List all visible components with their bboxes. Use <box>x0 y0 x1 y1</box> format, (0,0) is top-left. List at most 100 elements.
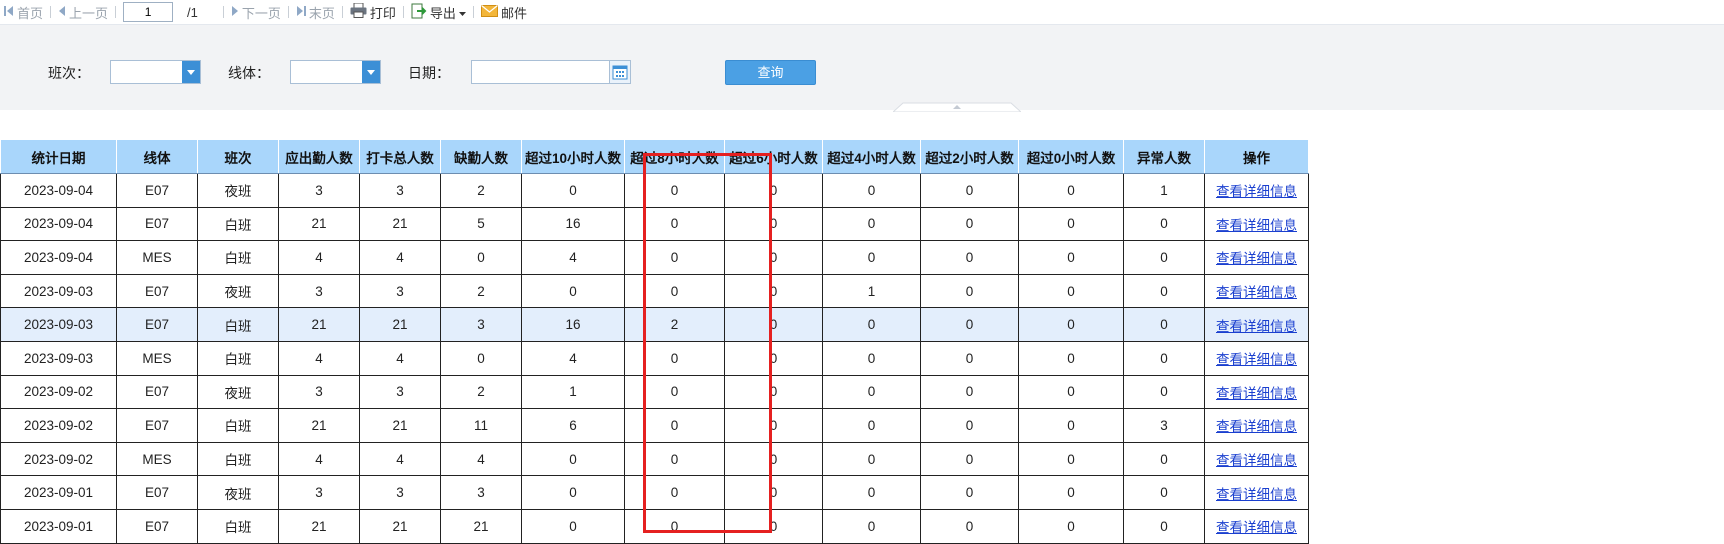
table-cell: 1 <box>822 273 921 309</box>
table-cell: 0 <box>624 273 725 309</box>
table-cell: 4 <box>278 441 360 477</box>
table-row[interactable]: 2023-09-03 MES 白班 4 4 0 4 0 0 0 0 0 0 查看详细信息 <box>0 340 1309 376</box>
table-row[interactable]: 2023-09-01 E07 夜班 3 3 3 0 0 0 0 0 0 0 查看详细信息 <box>0 475 1309 510</box>
column-header: 应出勤人数 <box>278 139 360 174</box>
print-button[interactable]: 打印 <box>346 2 400 22</box>
table-row[interactable]: 2023-09-02 E07 夜班 3 3 2 1 0 0 0 0 0 0 查看详细信息 <box>0 374 1309 410</box>
last-page-icon <box>296 5 306 20</box>
table-row[interactable]: 2023-09-03 E07 夜班 3 3 2 0 0 0 1 0 0 0 查看详细信息 <box>0 273 1309 309</box>
line-select[interactable] <box>290 60 381 84</box>
table-cell: 4 <box>278 240 360 275</box>
table-cell: 2 <box>440 374 522 410</box>
table-cell: 21 <box>278 508 360 544</box>
table-cell: E07 <box>116 374 198 410</box>
table-row[interactable]: 2023-09-04 E07 白班 21 21 5 16 0 0 0 0 0 0 查看详细信息 <box>0 206 1309 242</box>
table-cell: 3 <box>278 173 360 208</box>
table-cell: 2023-09-03 <box>0 340 117 376</box>
table-cell: E07 <box>116 475 198 510</box>
table-cell: 4 <box>278 340 360 376</box>
table-cell: 0 <box>624 173 725 208</box>
table-row[interactable]: 2023-09-04 MES 白班 4 4 0 4 0 0 0 0 0 0 查看详细信息 <box>0 240 1309 275</box>
table-cell: 0 <box>724 240 823 275</box>
table-cell: 0 <box>822 173 921 208</box>
table-cell: 3 <box>359 273 441 309</box>
table-cell: 夜班 <box>197 475 279 510</box>
table-cell: 0 <box>920 240 1019 275</box>
collapse-panel-handle[interactable] <box>891 100 1023 113</box>
last-page-button[interactable]: 末页 <box>292 3 339 22</box>
view-details-link[interactable]: 查看详细信息 <box>1216 251 1297 266</box>
table-cell: 4 <box>359 340 441 376</box>
table-cell: 3 <box>440 475 522 510</box>
table-row[interactable]: 2023-09-02 MES 白班 4 4 4 0 0 0 0 0 0 0 查看详细信息 <box>0 441 1309 477</box>
first-page-button[interactable]: 首页 <box>0 3 47 22</box>
view-details-link[interactable]: 查看详细信息 <box>1216 419 1297 434</box>
view-details-link[interactable]: 查看详细信息 <box>1216 319 1297 334</box>
table-cell: 16 <box>521 307 625 342</box>
table-cell: E07 <box>116 173 198 208</box>
envelope-icon <box>480 4 498 20</box>
prev-page-button[interactable]: 上一页 <box>54 3 112 22</box>
export-icon <box>411 3 427 22</box>
table-cell: 0 <box>521 508 625 544</box>
dropdown-arrow-icon[interactable] <box>182 61 200 83</box>
table-cell: 白班 <box>197 408 279 443</box>
next-page-icon <box>231 5 239 20</box>
query-button[interactable]: 查询 <box>725 60 816 85</box>
table-cell: E07 <box>116 508 198 544</box>
dropdown-arrow-icon[interactable] <box>362 61 380 83</box>
mail-button[interactable]: 邮件 <box>477 3 531 22</box>
table-cell: 0 <box>440 240 522 275</box>
printer-icon <box>350 2 367 21</box>
last-page-label: 末页 <box>308 5 335 21</box>
table-row[interactable]: 2023-09-03 E07 白班 21 21 3 16 2 0 0 0 0 0 查看详细信息 <box>0 307 1309 342</box>
table-cell: 0 <box>1123 441 1205 477</box>
table-cell: 0 <box>822 340 921 376</box>
table-cell: 0 <box>521 475 625 510</box>
view-details-link[interactable]: 查看详细信息 <box>1216 285 1297 300</box>
table-cell: 5 <box>440 206 522 242</box>
view-details-link[interactable]: 查看详细信息 <box>1216 218 1297 233</box>
export-label: 导出 <box>429 5 456 21</box>
table-cell: 2 <box>440 173 522 208</box>
table-cell: 0 <box>724 441 823 477</box>
export-button[interactable]: 导出 <box>407 3 470 22</box>
table-cell: 3 <box>278 273 360 309</box>
table-cell: 0 <box>624 408 725 443</box>
table-cell: 3 <box>1123 408 1205 443</box>
toolbar-divider <box>341 6 343 18</box>
view-details-link[interactable]: 查看详细信息 <box>1216 184 1297 199</box>
table-cell: 2 <box>624 307 725 342</box>
column-header: 超过2小时人数 <box>920 139 1019 174</box>
view-details-link[interactable]: 查看详细信息 <box>1216 520 1297 535</box>
next-page-button[interactable]: 下一页 <box>227 3 285 22</box>
toolbar-divider <box>222 6 224 18</box>
table-row[interactable]: 2023-09-02 E07 白班 21 21 11 6 0 0 0 0 0 3 查看详细信息 <box>0 408 1309 443</box>
date-input[interactable] <box>471 60 631 84</box>
table-cell: E07 <box>116 307 198 342</box>
table-cell: E07 <box>116 408 198 443</box>
table-cell: 0 <box>920 307 1019 342</box>
table-row[interactable]: 2023-09-01 E07 白班 21 21 21 0 0 0 0 0 0 0 查看详细信息 <box>0 508 1309 544</box>
calendar-icon[interactable] <box>609 61 630 83</box>
table-cell: 0 <box>920 441 1019 477</box>
prev-page-label: 上一页 <box>69 5 109 21</box>
page-number-input[interactable] <box>123 2 174 22</box>
table-cell: 0 <box>724 273 823 309</box>
table-cell: 0 <box>1018 374 1124 410</box>
view-details-link[interactable]: 查看详细信息 <box>1216 487 1297 502</box>
view-details-link[interactable]: 查看详细信息 <box>1216 453 1297 468</box>
table-cell: 0 <box>1123 307 1205 342</box>
table-cell: 2023-09-02 <box>0 374 117 410</box>
table-cell: MES <box>116 340 198 376</box>
view-details-link[interactable]: 查看详细信息 <box>1216 352 1297 367</box>
view-details-link[interactable]: 查看详细信息 <box>1216 386 1297 401</box>
table-row[interactable]: 2023-09-04 E07 夜班 3 3 2 0 0 0 0 0 0 1 查看详细信息 <box>0 173 1309 208</box>
table-cell: 0 <box>1018 508 1124 544</box>
caret-down-icon <box>458 5 466 20</box>
table-cell: 0 <box>920 340 1019 376</box>
column-header: 统计日期 <box>0 139 117 174</box>
table-cell: 白班 <box>197 441 279 477</box>
next-page-label: 下一页 <box>241 5 281 21</box>
shift-select[interactable] <box>110 60 201 84</box>
